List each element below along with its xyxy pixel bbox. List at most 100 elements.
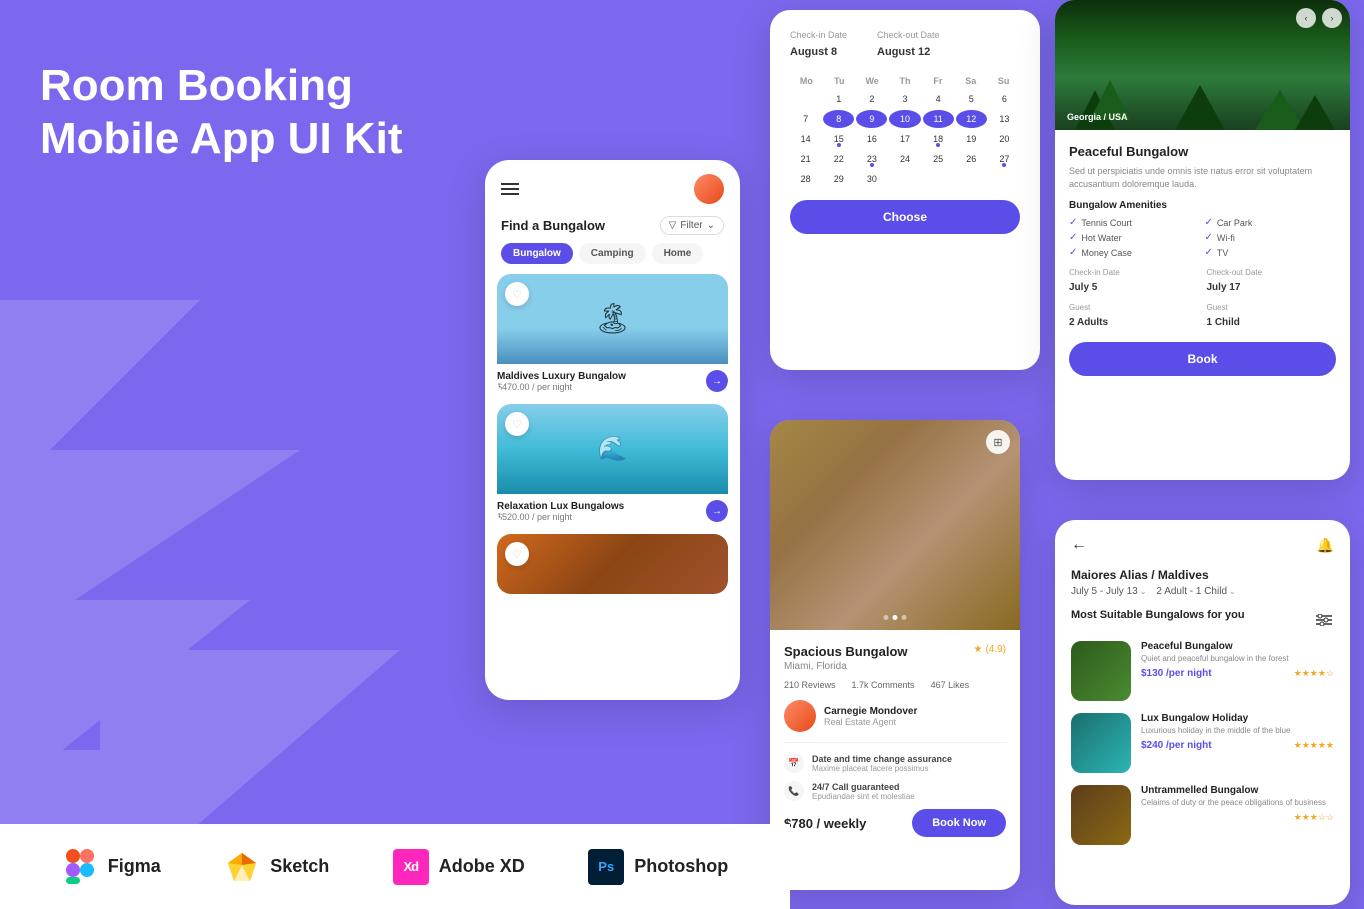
book-now-button[interactable]: Book Now [912,809,1006,837]
bookmark-icon[interactable]: ⊞ [986,430,1010,454]
notification-icon[interactable]: 🔔 [1317,537,1334,554]
feature-1: 📅 Date and time change assurance Maxime … [784,753,1006,773]
tab-camping[interactable]: Camping [579,243,646,264]
amenity-tv: ✓ TV [1205,247,1337,258]
cal-day[interactable]: 29 [823,170,854,188]
agent-info: Carnegie Mondover Real Estate Agent [784,700,1006,743]
listing-arrow-1[interactable]: → [706,370,728,392]
rec-name-1: Peaceful Bungalow [1141,641,1334,652]
listing-arrow-2[interactable]: → [706,500,728,522]
calendar-header: Mo Tu We Th Fr Sa Su [790,76,1020,86]
favorite-button-2[interactable]: ♡ [505,412,529,436]
amenities-title: Bungalow Amenities [1069,200,1336,211]
checkin-value: July 5 [1069,282,1097,293]
sketch-icon [224,849,260,885]
tool-figma[interactable]: Figma [62,849,161,885]
cal-day[interactable]: 2 [856,90,887,108]
date-filter[interactable]: July 5 - July 13 ⌄ [1071,586,1146,597]
rec-name-2: Lux Bungalow Holiday [1141,713,1334,724]
amenity-label: Car Park [1217,218,1253,228]
cal-day[interactable]: 24 [889,150,920,168]
dot [884,615,889,620]
cal-day-selected-start[interactable]: 8 [823,110,854,128]
listing-price-2: $520.00 / per night [497,512,624,522]
agent-name: Carnegie Mondover [824,706,917,717]
tab-home[interactable]: Home [652,243,704,264]
tool-photoshop[interactable]: Ps Photoshop [588,849,728,885]
screen5-header: ← 🔔 [1071,536,1334,554]
cal-day[interactable]: 13 [989,110,1020,128]
recommendation-3: Untrammelled Bungalow Celaims of duty or… [1071,785,1334,845]
favorite-button-3[interactable]: ♡ [505,542,529,566]
cal-day[interactable]: 4 [923,90,954,108]
menu-icon[interactable] [501,180,519,198]
amenities-grid: ✓ Tennis Court ✓ Car Park ✓ Hot Water ✓ … [1069,217,1336,258]
find-label: Find a Bungalow [501,218,605,233]
cal-day[interactable]: 17 [889,130,920,148]
ps-icon: Ps [588,849,624,885]
feature-2: 📞 24/7 Call guaranteed Epudiandae sint e… [784,781,1006,801]
feature-2-sub: Epudiandae sint et molestiae [812,792,915,801]
cal-day[interactable]: 5 [956,90,987,108]
cal-day[interactable]: 28 [790,170,821,188]
tab-bungalow[interactable]: Bungalow [501,243,573,264]
prev-arrow[interactable]: ‹ [1296,8,1316,28]
cal-day[interactable]: 23 [856,150,887,168]
cal-day[interactable]: 6 [989,90,1020,108]
property-image: Georgia / USA ‹ › [1055,0,1350,130]
guest-label-2: Guest [1207,303,1337,312]
listing-image-2: ♡ [497,404,728,494]
cal-day[interactable]: 1 [823,90,854,108]
figma-label: Figma [108,856,161,877]
cal-day-selected[interactable]: 11 [923,110,954,128]
rec-stars-3: ★★★☆☆ [1294,812,1334,823]
date-filter-value: July 5 - July 13 [1071,586,1138,597]
bungalow-body: Spacious Bungalow ★ (4.9) Miami, Florida… [770,630,1020,851]
cal-day[interactable]: 22 [823,150,854,168]
cal-day[interactable]: 15 [823,130,854,148]
guest-filter[interactable]: 2 Adult - 1 Child ⌄ [1156,586,1235,597]
book-button[interactable]: Book [1069,342,1336,376]
cal-day-selected[interactable]: 10 [889,110,920,128]
cal-day[interactable]: 20 [989,130,1020,148]
cal-day[interactable]: 26 [956,150,987,168]
feature-1-sub: Maxime placeat facere possimus [812,764,952,773]
cal-day[interactable]: 30 [856,170,887,188]
filters-row: July 5 - July 13 ⌄ 2 Adult - 1 Child ⌄ [1071,586,1334,597]
cal-day[interactable]: 14 [790,130,821,148]
cal-day[interactable]: 25 [923,150,954,168]
bungalow-rating: ★ (4.9) [973,644,1006,655]
cal-day-selected[interactable]: 9 [856,110,887,128]
screen-recommendations: ← 🔔 Maiores Alias / Maldives July 5 - Ju… [1055,520,1350,905]
cal-day-selected-end[interactable]: 12 [956,110,987,128]
hero-title-line1: Room Booking [40,60,403,113]
rec-desc-2: Luxurious holiday in the middle of the b… [1141,726,1334,736]
tool-adobe-xd[interactable]: Xd Adobe XD [393,849,525,885]
cal-day[interactable]: 19 [956,130,987,148]
avatar[interactable] [694,174,724,204]
cal-day[interactable]: 27 [989,150,1020,168]
choose-button[interactable]: Choose [790,200,1020,234]
cal-day[interactable]: 21 [790,150,821,168]
next-arrow[interactable]: › [1322,8,1342,28]
filter-button[interactable]: ▽ Filter ⌄ [660,216,724,235]
checkout-col: Check-out Date July 17 [1207,268,1337,295]
amenity-moneycase: ✓ Money Case [1069,247,1201,258]
checkin-value: August 8 [790,46,837,58]
rec-image-1 [1071,641,1131,701]
favorite-button-1[interactable]: ♡ [505,282,529,306]
cal-day[interactable]: 18 [923,130,954,148]
filter-options-icon[interactable] [1314,610,1334,630]
tool-sketch[interactable]: Sketch [224,849,329,885]
amenity-hotwater: ✓ Hot Water [1069,232,1201,243]
property-nav-arrows: ‹ › [1296,8,1342,28]
rec-stars-1: ★★★★☆ [1294,668,1334,679]
cal-day[interactable]: 7 [790,110,821,128]
cal-day[interactable]: 3 [889,90,920,108]
cal-day[interactable]: 16 [856,130,887,148]
category-tabs: Bungalow Camping Home [485,243,740,274]
back-button[interactable]: ← [1071,536,1087,554]
dot-active [893,615,898,620]
price-row: $780 / weekly Book Now [784,809,1006,837]
footer-tools-bar: Figma Sketch Xd Adobe XD Ps Photoshop [0,824,790,909]
